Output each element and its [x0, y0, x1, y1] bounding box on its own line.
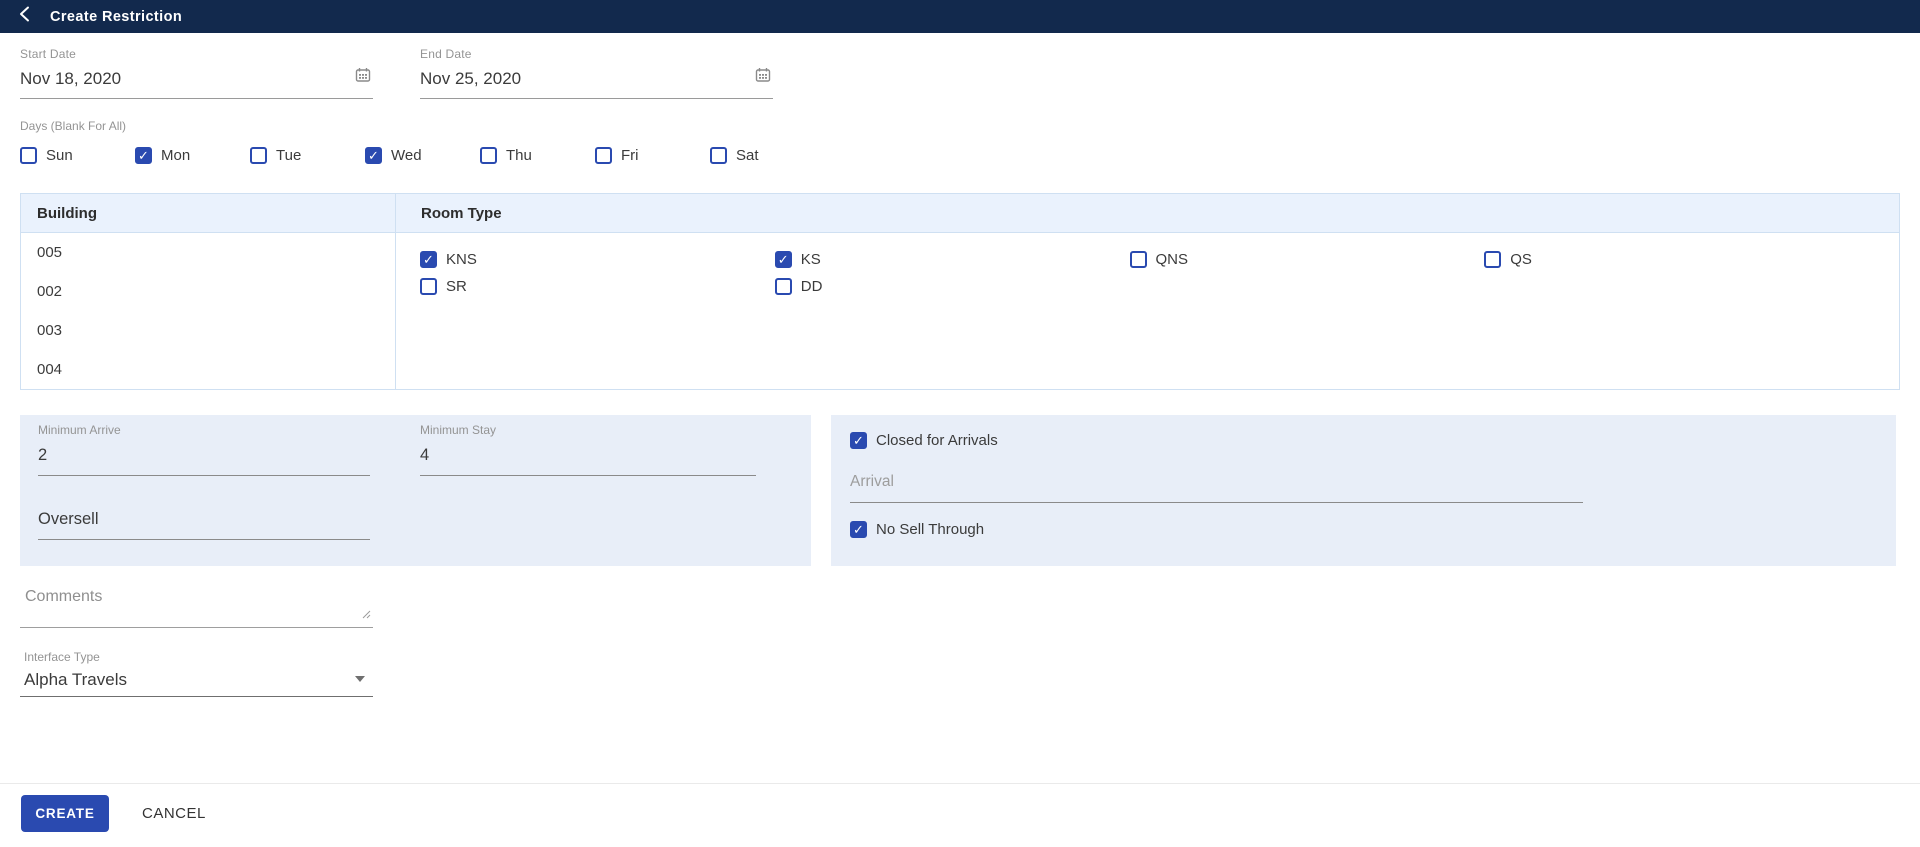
- checkbox-icon: [420, 251, 437, 268]
- room-type-column-header: Room Type: [421, 204, 502, 222]
- arrival-restrictions-panel: Closed for Arrivals Arrival No Sell Thro…: [831, 415, 1896, 566]
- day-checkbox-sat[interactable]: Sat: [710, 147, 825, 164]
- minimum-stay-value[interactable]: 4: [420, 443, 756, 467]
- interface-type-value: Alpha Travels: [24, 670, 127, 689]
- start-date-value[interactable]: Nov 18, 2020: [20, 67, 373, 91]
- building-row[interactable]: 004: [21, 350, 395, 389]
- interface-type-select[interactable]: Interface Type Alpha Travels: [20, 650, 373, 697]
- day-checkbox-thu[interactable]: Thu: [480, 147, 595, 164]
- day-checkbox-fri[interactable]: Fri: [595, 147, 710, 164]
- page-title: Create Restriction: [50, 8, 183, 25]
- checkbox-icon: [774, 278, 792, 295]
- room-type-checkbox-dd[interactable]: DD: [774, 273, 1130, 300]
- day-checkbox-mon[interactable]: Mon: [135, 147, 250, 164]
- dropdown-arrow-icon: [355, 676, 365, 682]
- minimum-arrive-field[interactable]: Minimum Arrive 2: [38, 423, 370, 476]
- chevron-left-icon: [16, 4, 34, 29]
- checkbox-icon: [480, 147, 497, 164]
- building-column-header: Building: [21, 194, 396, 232]
- day-checkbox-sun[interactable]: Sun: [20, 147, 135, 164]
- room-type-checkbox-qns[interactable]: QNS: [1129, 246, 1485, 273]
- stay-restrictions-panel: Minimum Arrive 2 Minimum Stay 4 Oversell: [20, 415, 811, 566]
- day-checkbox-wed[interactable]: Wed: [365, 147, 480, 164]
- header-bar: Create Restriction: [0, 0, 1920, 33]
- start-date-field[interactable]: Start Date Nov 18, 2020: [20, 47, 373, 99]
- resize-handle-icon[interactable]: [362, 606, 371, 624]
- interface-type-label: Interface Type: [24, 650, 100, 664]
- building-roomtype-table: Building Room Type 005 002 003 004 KNS K…: [20, 193, 1900, 390]
- checkbox-icon: [710, 147, 727, 164]
- checkbox-icon: [774, 251, 792, 268]
- day-checkbox-tue[interactable]: Tue: [250, 147, 365, 164]
- calendar-icon[interactable]: [755, 67, 771, 88]
- checkbox-icon: [135, 147, 152, 164]
- checkbox-icon: [20, 147, 37, 164]
- table-header-row: Building Room Type: [21, 194, 1899, 233]
- oversell-field[interactable]: Oversell: [38, 507, 370, 540]
- minimum-arrive-value[interactable]: 2: [38, 443, 370, 467]
- room-type-checkbox-sr[interactable]: SR: [420, 273, 775, 300]
- days-checkbox-row: Sun Mon Tue Wed Thu Fri Sat: [20, 147, 825, 164]
- days-label: Days (Blank For All): [20, 119, 127, 133]
- checkbox-icon: [1129, 251, 1147, 268]
- checkbox-icon: [595, 147, 612, 164]
- arrival-placeholder[interactable]: Arrival: [850, 471, 1583, 493]
- calendar-icon[interactable]: [355, 67, 371, 88]
- minimum-stay-label: Minimum Stay: [420, 423, 497, 437]
- no-sell-through-checkbox[interactable]: No Sell Through: [850, 521, 984, 538]
- end-date-field[interactable]: End Date Nov 25, 2020: [420, 47, 773, 99]
- checkbox-icon: [850, 521, 867, 538]
- checkbox-icon: [1484, 251, 1502, 268]
- room-type-list: KNS KS QNS QS SR DD: [396, 233, 1899, 390]
- comments-placeholder: Comments: [25, 588, 103, 605]
- room-type-checkbox-qs[interactable]: QS: [1484, 246, 1839, 273]
- comments-textarea[interactable]: Comments: [20, 585, 373, 628]
- create-restriction-page: Create Restriction Start Date Nov 18, 20…: [0, 0, 1920, 847]
- building-row[interactable]: 003: [21, 311, 395, 350]
- back-button[interactable]: [8, 0, 42, 33]
- arrival-field[interactable]: Arrival: [850, 471, 1583, 503]
- minimum-arrive-label: Minimum Arrive: [38, 423, 121, 437]
- building-list: 005 002 003 004: [21, 233, 396, 390]
- building-row[interactable]: 002: [21, 272, 395, 311]
- checkbox-icon: [250, 147, 267, 164]
- checkbox-icon: [420, 278, 437, 295]
- room-type-checkbox-ks[interactable]: KS: [774, 246, 1130, 273]
- checkbox-icon: [365, 147, 382, 164]
- cancel-button[interactable]: CANCEL: [142, 795, 206, 832]
- building-row[interactable]: 005: [21, 233, 395, 272]
- footer-divider: [0, 783, 1920, 784]
- closed-for-arrivals-checkbox[interactable]: Closed for Arrivals: [850, 432, 998, 449]
- end-date-value[interactable]: Nov 25, 2020: [420, 67, 773, 91]
- table-body: 005 002 003 004 KNS KS QNS QS SR DD: [21, 233, 1899, 390]
- oversell-placeholder[interactable]: Oversell: [38, 507, 370, 531]
- minimum-stay-field[interactable]: Minimum Stay 4: [420, 423, 756, 476]
- start-date-label: Start Date: [20, 47, 77, 61]
- checkbox-icon: [850, 432, 867, 449]
- end-date-label: End Date: [420, 47, 472, 61]
- room-type-checkbox-kns[interactable]: KNS: [420, 246, 775, 273]
- create-button[interactable]: CREATE: [21, 795, 109, 832]
